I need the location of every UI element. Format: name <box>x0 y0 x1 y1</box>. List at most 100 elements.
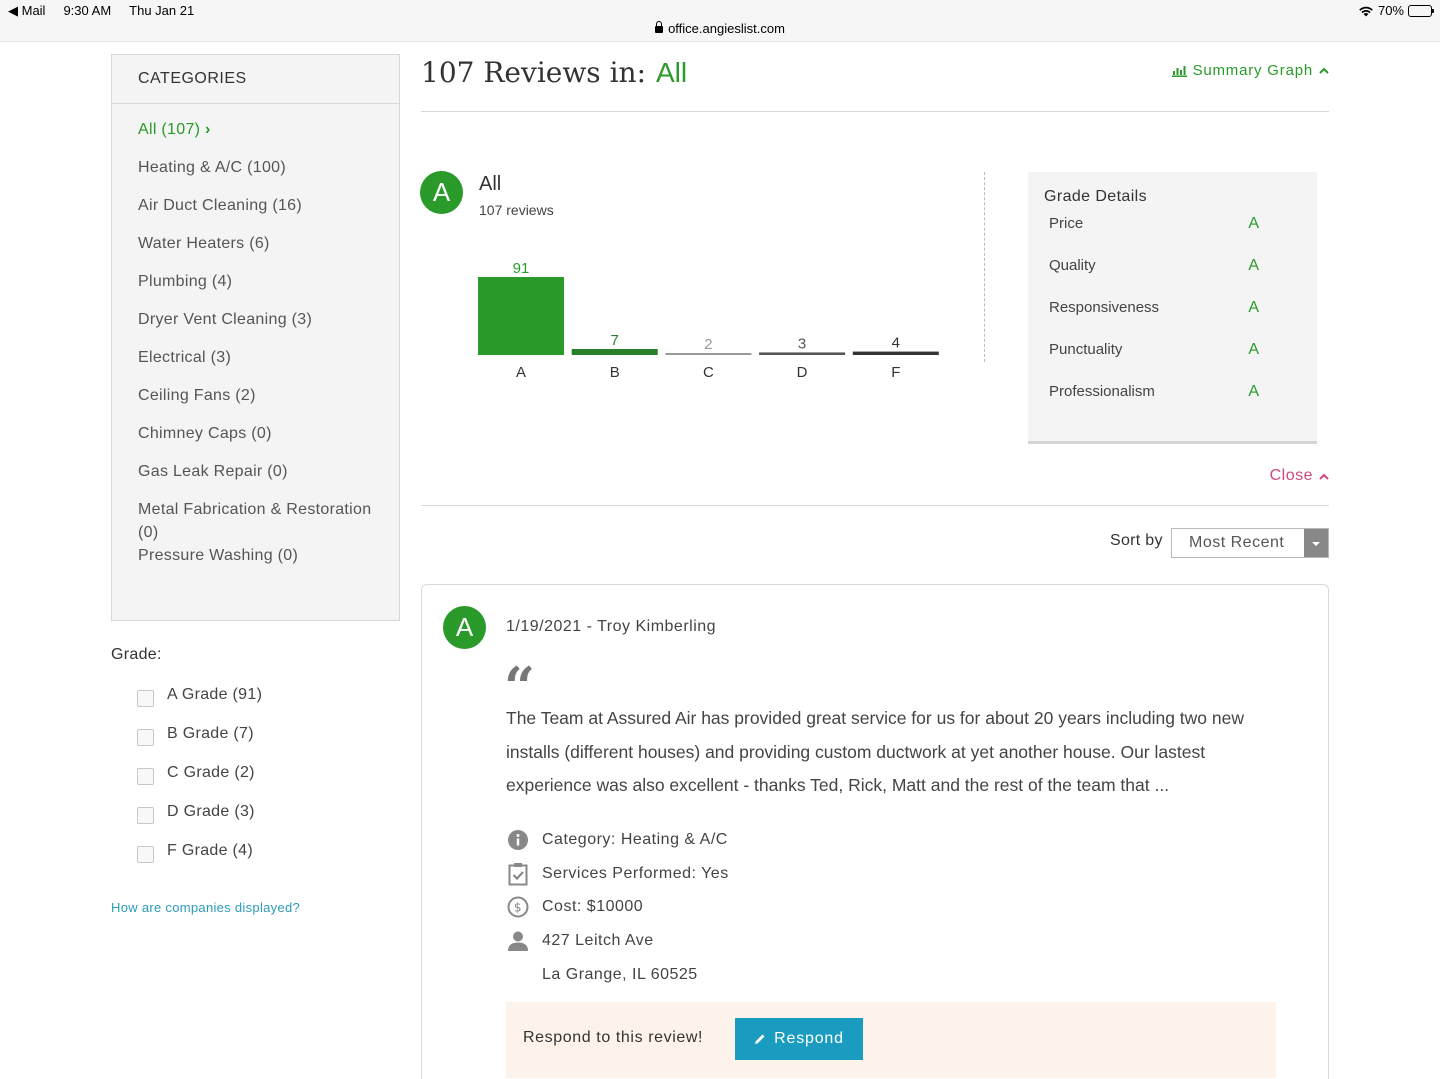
review-address-row-2: La Grange, IL 60525 <box>506 958 729 992</box>
bar-category-label: D <box>797 364 808 381</box>
grade-filter-item[interactable]: F Grade (4) <box>137 842 262 881</box>
quote-icon: “ <box>504 660 536 700</box>
dashed-divider <box>984 172 985 362</box>
address-bar[interactable]: office.angieslist.com <box>0 21 1440 36</box>
grade-detail-value: A <box>1248 383 1259 400</box>
page-title-prefix: 107 Reviews in: <box>421 56 646 89</box>
grade-details-title: Grade Details <box>1044 188 1148 205</box>
close-summary-button[interactable]: Close <box>1270 467 1329 485</box>
chevron-up-icon <box>1319 473 1329 480</box>
clipboard-check-icon <box>506 862 530 886</box>
bar-value-label: 4 <box>892 335 900 352</box>
grade-filter-item[interactable]: B Grade (7) <box>137 725 262 764</box>
status-time: 9:30 AM <box>63 3 112 18</box>
sort-select[interactable]: Most Recent <box>1171 528 1329 558</box>
grade-checkbox[interactable] <box>137 807 154 824</box>
bar-category-label: C <box>703 364 714 381</box>
grade-details-panel: Grade Details Price A Quality A Responsivene… <box>1028 172 1317 444</box>
bar-category-label: A <box>516 364 526 381</box>
svg-text:$: $ <box>514 901 522 915</box>
category-item[interactable]: Heating & A/C (100) <box>138 156 373 194</box>
review-card: A 1/19/2021 - Troy Kimberling “ The Team… <box>421 584 1329 1079</box>
review-services: Services Performed: Yes <box>542 864 729 882</box>
grade-distribution-chart: 91 A 7 B 2 C 3 D 4 F <box>478 260 939 381</box>
category-item[interactable]: Chimney Caps (0) <box>138 422 373 460</box>
bar-value-label: 3 <box>798 335 806 352</box>
how-companies-displayed-link[interactable]: How are companies displayed? <box>111 900 300 915</box>
grade-filter-list: A Grade (91) B Grade (7) C Grade (2) D Grad… <box>137 686 262 881</box>
grade-filter-item[interactable]: C Grade (2) <box>137 764 262 803</box>
summary-review-count: 107 reviews <box>479 202 554 218</box>
bar-f <box>852 351 939 355</box>
categories-title: CATEGORIES <box>112 55 399 104</box>
bar-b <box>571 349 658 355</box>
review-services-row: Services Performed: Yes <box>506 857 729 891</box>
bar-value-label: 91 <box>513 260 530 277</box>
grade-filter-item[interactable]: D Grade (3) <box>137 803 262 842</box>
person-icon <box>506 929 530 953</box>
summary-graph-toggle[interactable]: Summary Graph <box>1171 62 1329 79</box>
review-category-row: Category: Heating & A/C <box>506 823 729 857</box>
back-to-mail[interactable]: ◀ Mail <box>8 3 45 19</box>
grade-detail-row: Price A <box>1044 211 1301 253</box>
grade-filter-title: Grade: <box>111 646 162 663</box>
divider <box>421 111 1329 112</box>
category-item[interactable]: All (107) <box>138 118 373 156</box>
respond-bar: Respond to this review! Respond <box>506 1002 1276 1078</box>
category-item[interactable]: Metal Fabrication & Restoration (0) <box>138 498 373 544</box>
lock-icon <box>655 21 664 33</box>
grade-filter-label: D Grade (3) <box>167 803 255 820</box>
category-item[interactable]: Ceiling Fans (2) <box>138 384 373 422</box>
grade-detail-value: A <box>1248 341 1259 358</box>
grade-filter-label: A Grade (91) <box>167 686 263 703</box>
review-address-row: 427 Leitch Ave <box>506 924 729 958</box>
review-text: The Team at Assured Air has provided gre… <box>506 708 1244 795</box>
categories-panel: CATEGORIES All (107)Heating & A/C (100)A… <box>111 54 400 621</box>
category-item[interactable]: Pressure Washing (0) <box>138 544 373 582</box>
bar-value-label: 7 <box>611 332 619 349</box>
grade-detail-label: Punctuality <box>1049 341 1123 358</box>
category-item[interactable]: Dryer Vent Cleaning (3) <box>138 308 373 346</box>
review-address-line2: La Grange, IL 60525 <box>542 966 698 984</box>
battery-icon <box>1408 4 1434 17</box>
respond-button[interactable]: Respond <box>735 1018 863 1060</box>
page-title: 107 Reviews in: All <box>421 56 687 89</box>
grade-checkbox[interactable] <box>137 729 154 746</box>
grade-checkbox[interactable] <box>137 846 154 863</box>
category-item[interactable]: Water Heaters (6) <box>138 232 373 270</box>
grade-detail-label: Professionalism <box>1049 383 1155 400</box>
page-title-category: All <box>656 57 688 88</box>
grade-filter-label: C Grade (2) <box>167 764 255 781</box>
review-category: Category: Heating & A/C <box>542 830 728 848</box>
chevron-up-icon <box>1319 67 1329 74</box>
category-item[interactable]: Plumbing (4) <box>138 270 373 308</box>
grade-checkbox[interactable] <box>137 768 154 785</box>
review-cost: Cost: $10000 <box>542 898 644 916</box>
grade-detail-row: Quality A <box>1044 253 1301 295</box>
grade-detail-row: Punctuality A <box>1044 337 1301 379</box>
bar-value-label: 2 <box>704 336 712 353</box>
category-item[interactable]: Gas Leak Repair (0) <box>138 460 373 498</box>
grade-checkbox[interactable] <box>137 690 154 707</box>
url-text: office.angieslist.com <box>668 21 785 36</box>
grade-detail-value: A <box>1248 257 1259 274</box>
dropdown-arrow-icon[interactable] <box>1304 529 1328 557</box>
status-date: Thu Jan 21 <box>129 3 195 18</box>
grade-detail-value: A <box>1248 215 1259 232</box>
dollar-icon: $ <box>506 895 530 919</box>
sort-label: Sort by <box>1110 532 1163 549</box>
grade-detail-label: Price <box>1049 215 1084 232</box>
grade-detail-row: Professionalism A <box>1044 379 1301 421</box>
grade-filter-item[interactable]: A Grade (91) <box>137 686 262 725</box>
review-address-line1: 427 Leitch Ave <box>542 932 654 950</box>
overall-grade-badge: A <box>420 171 463 214</box>
review-details: Category: Heating & A/C Services Perform… <box>506 823 729 992</box>
category-item[interactable]: Electrical (3) <box>138 346 373 384</box>
battery-percent: 70% <box>1377 3 1404 18</box>
review-cost-row: $ Cost: $10000 <box>506 891 729 925</box>
close-label: Close <box>1269 467 1313 484</box>
sort-selected-value: Most Recent <box>1189 534 1285 551</box>
category-item[interactable]: Air Duct Cleaning (16) <box>138 194 373 232</box>
bar-c <box>665 353 752 355</box>
grade-detail-row: Responsiveness A <box>1044 295 1301 337</box>
